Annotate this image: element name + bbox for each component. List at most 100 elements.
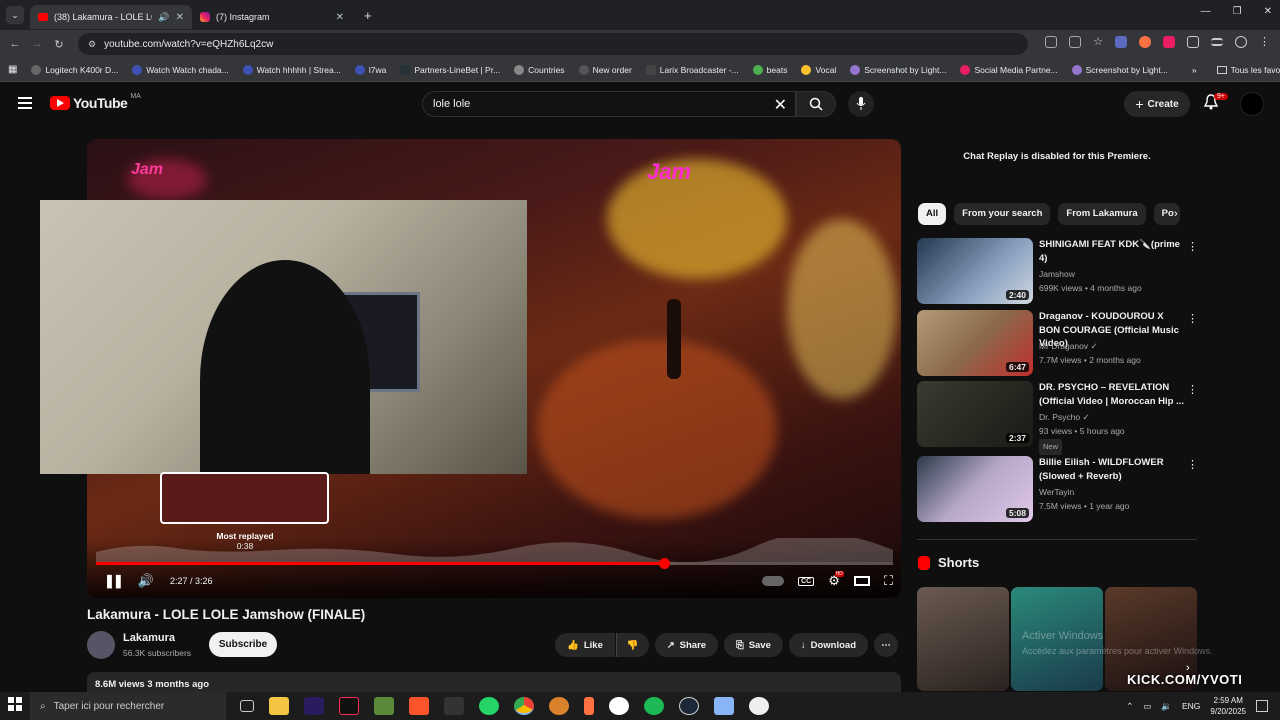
channel-name[interactable]: Dr. Psycho ✓: [1039, 410, 1090, 424]
task-view-icon[interactable]: [240, 700, 254, 712]
taskbar-search-input[interactable]: ⌕ Taper ici pour rechercher: [30, 692, 226, 720]
browser-menu-icon[interactable]: ⋮: [1259, 36, 1270, 48]
close-tab-icon[interactable]: ✕: [336, 12, 344, 23]
tray-overflow-icon[interactable]: ⌃: [1126, 701, 1133, 712]
recommendation-item[interactable]: 5:08 Billie Eilish - WILDFLOWER (Slowed …: [917, 456, 1202, 522]
language-indicator[interactable]: ENG: [1182, 701, 1200, 711]
chip-from-lakamura[interactable]: From Lakamura: [1058, 203, 1146, 225]
back-icon[interactable]: ←: [4, 38, 26, 50]
channel-name[interactable]: WerTayin: [1039, 485, 1074, 499]
epic-games-icon[interactable]: [444, 697, 464, 715]
recommendation-item[interactable]: 2:40 SHINIGAMI FEAT KDK🔪(prime 4) Jamsho…: [917, 238, 1202, 304]
bookmark-item[interactable]: Watch hhhhh | Strea...: [242, 64, 341, 75]
search-button[interactable]: [796, 91, 836, 117]
brave-icon[interactable]: [409, 697, 429, 715]
chip-from-your-search[interactable]: From your search: [954, 203, 1051, 225]
bookmark-item[interactable]: Countries: [514, 64, 565, 75]
account-avatar[interactable]: [1240, 92, 1264, 116]
reload-icon[interactable]: ↻: [48, 38, 70, 51]
channel-avatar[interactable]: [87, 631, 115, 659]
bookmark-item[interactable]: Larix Broadcaster -...: [645, 64, 739, 75]
more-vertical-icon[interactable]: ⋮: [1187, 458, 1198, 471]
bookmarks-overflow-icon[interactable]: »: [1192, 65, 1197, 75]
video-thumbnail[interactable]: 5:08: [917, 456, 1033, 522]
channel-name[interactable]: Mr Draganov ✓: [1039, 339, 1098, 353]
bookmark-star-icon[interactable]: ☆: [1093, 36, 1103, 48]
bookmark-item[interactable]: Partners-LineBet | Pr...: [400, 64, 500, 75]
profile-icon[interactable]: [1235, 36, 1247, 48]
bookmark-item[interactable]: Screenshot by Light...: [1071, 64, 1168, 75]
progress-bar[interactable]: [96, 558, 893, 569]
bookmark-item[interactable]: Screenshot by Light...: [850, 64, 946, 75]
burger-app-icon[interactable]: [549, 697, 569, 715]
recommendation-item[interactable]: 6:47 Draganov - KOUDOUROU X BON COURAGE …: [917, 310, 1202, 376]
like-button[interactable]: 👍 Like: [555, 633, 615, 657]
notepad-icon[interactable]: [714, 697, 734, 715]
bookmark-item[interactable]: Watch Watch chada...: [132, 64, 229, 75]
menu-icon[interactable]: [18, 97, 32, 109]
whatsapp-icon[interactable]: [479, 697, 499, 715]
forward-icon[interactable]: →: [26, 38, 48, 50]
extension-pink-icon[interactable]: [1163, 36, 1175, 48]
new-tab-button[interactable]: +: [364, 8, 372, 23]
bookmark-item[interactable]: beats: [752, 64, 787, 75]
extension-blue-icon[interactable]: [1115, 36, 1127, 48]
file-explorer-icon[interactable]: [269, 697, 289, 715]
voice-search-button[interactable]: [848, 91, 874, 117]
extensions-puzzle-icon[interactable]: [1187, 36, 1199, 48]
settings-gear-icon[interactable]: ⚙: [828, 571, 844, 589]
more-vertical-icon[interactable]: ⋮: [1187, 383, 1198, 396]
chevron-right-icon[interactable]: ›: [1174, 208, 1178, 220]
subtitles-icon[interactable]: CC: [798, 576, 815, 586]
video-thumbnail[interactable]: 2:40: [917, 238, 1033, 304]
minecraft-icon[interactable]: [374, 697, 394, 715]
video-thumbnail[interactable]: 6:47: [917, 310, 1033, 376]
tab-youtube[interactable]: (38) Lakamura - LOLE LOLE 🔊 ✕: [30, 5, 192, 29]
subscribe-button[interactable]: Subscribe: [209, 632, 277, 657]
share-button[interactable]: ↗ Share: [654, 633, 719, 657]
premiere-pro-icon[interactable]: [304, 697, 324, 715]
maximize-icon[interactable]: ❐: [1233, 6, 1242, 17]
url-field[interactable]: ⚙ youtube.com/watch?v=eQHZh6Lq2cw: [78, 33, 1028, 55]
more-vertical-icon[interactable]: ⋮: [1187, 312, 1198, 325]
bookmark-item[interactable]: Vocal: [801, 64, 836, 75]
translate-icon[interactable]: [1069, 36, 1082, 48]
apps-grid-icon[interactable]: ▦: [8, 64, 17, 75]
network-icon[interactable]: ▭: [1143, 701, 1151, 712]
all-bookmarks[interactable]: Tous les favori: [1216, 65, 1280, 75]
tab-audio-icon[interactable]: 🔊: [158, 12, 169, 23]
tiktok-icon[interactable]: [339, 697, 359, 715]
close-window-icon[interactable]: ✕: [1264, 6, 1272, 17]
save-button[interactable]: ⎘ Save: [724, 633, 783, 657]
notifications-icon[interactable]: [1256, 700, 1268, 712]
chip-all[interactable]: All: [918, 203, 947, 225]
extension-orange-icon[interactable]: [1139, 36, 1151, 48]
youtube-logo[interactable]: YouTube MA: [50, 93, 141, 111]
bookmark-item[interactable]: l7wa: [354, 64, 386, 75]
download-button[interactable]: ↓ Download: [788, 633, 869, 657]
pause-icon[interactable]: ❚❚: [104, 573, 124, 589]
media-player-icon[interactable]: [749, 697, 769, 715]
short-thumbnail[interactable]: [917, 587, 1009, 691]
volume-icon[interactable]: 🔊: [138, 573, 154, 589]
create-button[interactable]: + Create: [1124, 91, 1190, 117]
site-info-icon[interactable]: ⚙: [88, 39, 96, 50]
microphone-app-icon[interactable]: [584, 697, 594, 715]
install-icon[interactable]: [1045, 36, 1058, 48]
more-actions-button[interactable]: ⋯: [874, 633, 899, 657]
search-input[interactable]: lole lole ✕: [422, 91, 796, 117]
windows-start-icon[interactable]: [0, 696, 30, 716]
bookmark-item[interactable]: New order: [578, 64, 632, 75]
minimize-icon[interactable]: —: [1201, 6, 1211, 17]
clock[interactable]: 2:59 AM 9/20/2025: [1210, 695, 1246, 717]
obs-icon[interactable]: [609, 697, 629, 715]
reading-list-icon[interactable]: [1211, 38, 1223, 46]
bookmark-item[interactable]: Logitech K400r D...: [31, 64, 118, 75]
recommendation-item[interactable]: 2:37 DR. PSYCHO – REVELATION (Official V…: [917, 381, 1202, 455]
channel-name[interactable]: Jamshow: [1039, 267, 1075, 281]
theater-mode-icon[interactable]: [853, 576, 870, 586]
close-tab-icon[interactable]: ✕: [176, 12, 184, 23]
autoplay-toggle-icon[interactable]: [762, 576, 785, 586]
steam-icon[interactable]: [679, 697, 699, 715]
fullscreen-icon[interactable]: ⛶: [884, 573, 893, 589]
